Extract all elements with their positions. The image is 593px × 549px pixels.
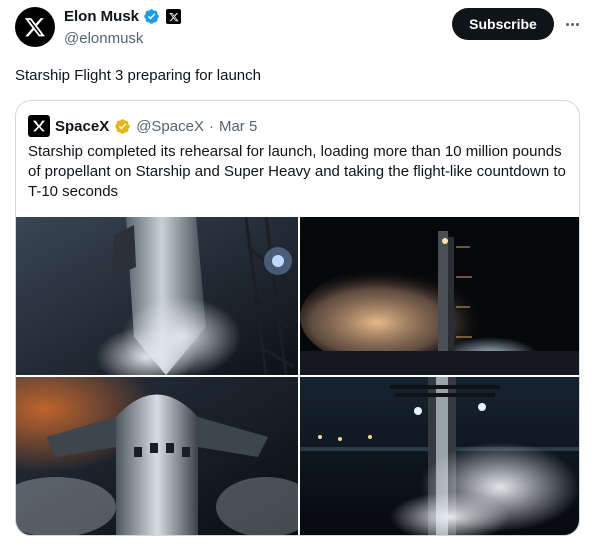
gold-verified-icon <box>115 118 130 134</box>
quoted-tweet[interactable]: SpaceX @SpaceX · Mar 5 Starship complete… <box>15 100 580 536</box>
spacex-logo-icon <box>33 120 45 132</box>
media-image-2[interactable] <box>300 217 579 375</box>
quoted-display-name[interactable]: SpaceX <box>55 118 109 135</box>
author-name-row: Elon Musk <box>64 8 182 25</box>
tweet-text: Starship Flight 3 preparing for launch <box>15 67 261 84</box>
media-grid <box>16 217 579 535</box>
media-image-3[interactable] <box>16 377 298 535</box>
author-display-name[interactable]: Elon Musk <box>64 8 139 25</box>
author-handle[interactable]: @elonmusk <box>64 30 143 47</box>
subscribe-button[interactable]: Subscribe <box>452 8 554 40</box>
quoted-tweet-text: Starship completed its rehearsal for lau… <box>28 143 566 200</box>
media-image-1[interactable] <box>16 217 298 375</box>
author-avatar[interactable] <box>15 7 55 47</box>
x-logo-icon <box>24 18 45 37</box>
media-image-4[interactable] <box>300 377 579 535</box>
x-affiliate-icon <box>166 9 182 24</box>
blue-verified-icon <box>144 9 159 24</box>
quoted-handle[interactable]: @SpaceX <box>136 118 204 135</box>
quoted-separator: · <box>208 117 214 135</box>
quoted-date[interactable]: Mar 5 <box>219 118 257 135</box>
more-horizontal-icon[interactable] <box>562 14 582 34</box>
quoted-tweet-header: SpaceX @SpaceX · Mar 5 <box>28 115 257 137</box>
spacex-avatar <box>28 115 50 137</box>
